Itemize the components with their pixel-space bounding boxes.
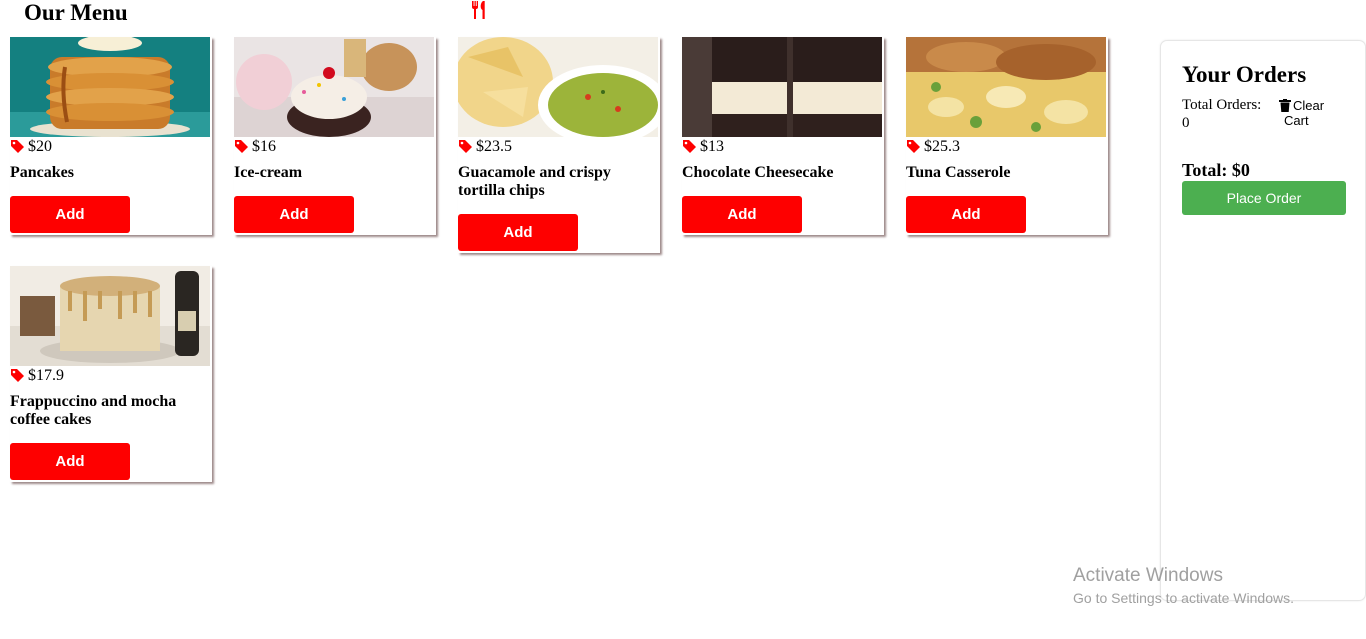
activation-watermark: Activate Windows Go to Settings to activ… — [1073, 565, 1294, 607]
price-tag-icon — [907, 140, 920, 153]
price-row: $13 — [682, 138, 884, 155]
page-title: Our Menu — [24, 0, 128, 25]
chocolate-cheesecake-image — [682, 37, 882, 137]
tuna-casserole-image — [906, 37, 1106, 137]
menu-card: $16 Ice-cream Add — [234, 37, 436, 235]
price-row: $17.9 — [10, 367, 212, 384]
clear-cart-label: Clear — [1293, 98, 1325, 113]
menu-card: $25.3 Tuna Casserole Add — [906, 37, 1108, 235]
clear-cart-button[interactable]: Clear Cart — [1279, 98, 1349, 128]
menu-card: $17.9 Frappuccino and mocha coffee cakes… — [10, 266, 212, 482]
item-price: $16 — [252, 137, 276, 155]
watermark-title: Activate Windows — [1073, 565, 1223, 586]
fork-knife-icon — [472, 1, 485, 19]
menu-card: $20 Pancakes Add — [10, 37, 212, 235]
item-name: Chocolate Cheesecake — [682, 164, 834, 181]
item-name: Guacamole and crispy tortilla chips — [458, 164, 611, 199]
add-button[interactable]: Add — [906, 196, 1026, 233]
price-tag-icon — [11, 369, 24, 382]
add-button[interactable]: Add — [10, 443, 130, 480]
menu-card: $23.5 Guacamole and crispy tortilla chip… — [458, 37, 660, 253]
ice-cream-image — [234, 37, 434, 137]
item-price: $25.3 — [924, 137, 960, 155]
clear-cart-label-line2: Cart — [1284, 113, 1309, 128]
add-button[interactable]: Add — [458, 214, 578, 251]
price-tag-icon — [683, 140, 696, 153]
item-name: Tuna Casserole — [906, 164, 1011, 181]
order-total: Total: $0 — [1182, 160, 1250, 180]
item-name: Ice-cream — [234, 164, 303, 181]
add-button[interactable]: Add — [682, 196, 802, 233]
item-name: Pancakes — [10, 164, 74, 181]
place-order-button[interactable]: Place Order — [1182, 181, 1346, 215]
item-price: $13 — [700, 137, 724, 155]
item-price: $23.5 — [476, 137, 512, 155]
add-button[interactable]: Add — [234, 196, 354, 233]
price-row: $16 — [234, 138, 436, 155]
orders-title: Your Orders — [1182, 62, 1307, 87]
watermark-subtitle: Go to Settings to activate Windows. — [1073, 590, 1294, 606]
price-tag-icon — [235, 140, 248, 153]
price-row: $23.5 — [458, 138, 660, 155]
trash-icon — [1279, 99, 1291, 112]
pancakes-image — [10, 37, 210, 137]
coffee-cake-image — [10, 266, 210, 366]
item-price: $20 — [28, 137, 52, 155]
price-tag-icon — [11, 140, 24, 153]
item-price: $17.9 — [28, 366, 64, 384]
price-tag-icon — [459, 140, 472, 153]
order-count: Total Orders: 0 — [1182, 97, 1262, 131]
orders-panel: Your Orders Total Orders: 0 Clear Cart T… — [1160, 40, 1366, 601]
price-row: $20 — [10, 138, 212, 155]
add-button[interactable]: Add — [10, 196, 130, 233]
guacamole-chips-image — [458, 37, 658, 137]
price-row: $25.3 — [906, 138, 1108, 155]
menu-card: $13 Chocolate Cheesecake Add — [682, 37, 884, 235]
item-name: Frappuccino and mocha coffee cakes — [10, 393, 177, 428]
